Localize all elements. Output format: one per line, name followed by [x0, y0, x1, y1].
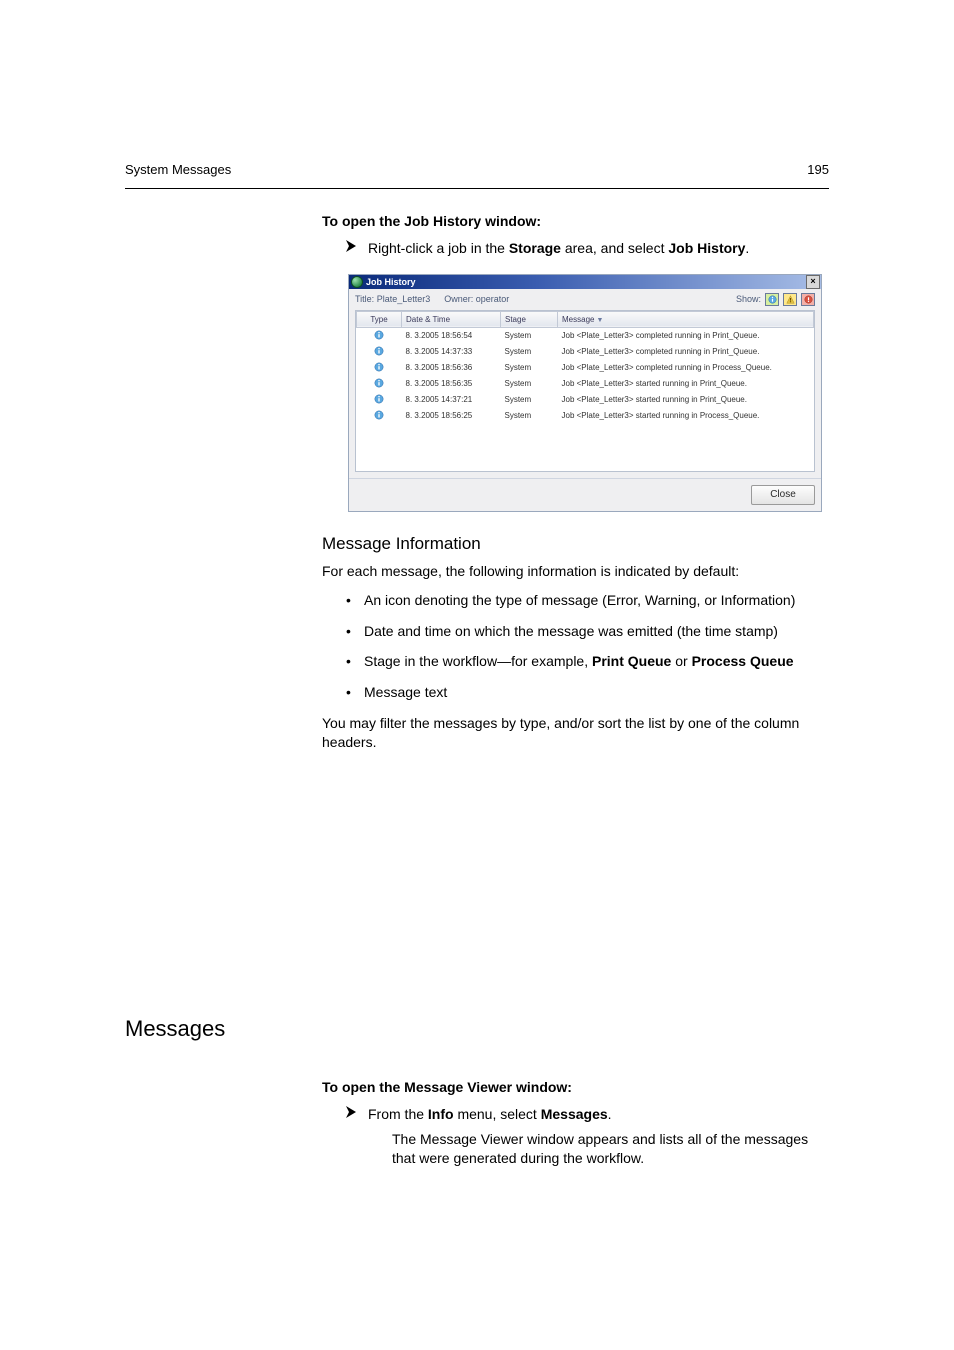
table-row[interactable]: 8. 3.2005 14:37:21SystemJob <Plate_Lette… [357, 392, 814, 408]
step-body: From the Info menu, select Messages. The… [368, 1105, 829, 1168]
job-history-footer: Close [349, 478, 821, 511]
info-icon [374, 394, 384, 404]
cell-type [357, 392, 402, 408]
table-row[interactable]: 8. 3.2005 18:56:35SystemJob <Plate_Lette… [357, 376, 814, 392]
sort-indicator-icon: ▼ [596, 317, 603, 324]
col-datetime[interactable]: Date & Time [402, 311, 501, 327]
info-icon [374, 330, 384, 340]
cell-stage: System [501, 408, 558, 424]
filter-error-icon[interactable] [801, 293, 815, 306]
cell-datetime: 8. 3.2005 18:56:25 [402, 408, 501, 424]
cell-stage: System [501, 392, 558, 408]
step-sub-body: The Message Viewer window appears and li… [392, 1130, 829, 1168]
filter-warning-icon[interactable] [783, 293, 797, 306]
message-info-bullets: An icon denoting the type of message (Er… [346, 591, 829, 703]
cell-message: Job <Plate_Letter3> completed running in… [558, 344, 814, 360]
table-row[interactable]: 8. 3.2005 18:56:54SystemJob <Plate_Lette… [357, 327, 814, 344]
step-open-job-history: Right-click a job in the Storage area, a… [346, 239, 829, 258]
job-history-window: Job History × Title: Plate_Letter3 Owner… [348, 274, 822, 512]
filter-info-icon[interactable] [765, 293, 779, 306]
cell-datetime: 8. 3.2005 18:56:54 [402, 327, 501, 344]
cell-type [357, 408, 402, 424]
step-body: Right-click a job in the Storage area, a… [368, 239, 829, 258]
message-info-intro: For each message, the following informat… [322, 562, 829, 581]
page-header: System Messages 195 [125, 162, 829, 177]
table-row[interactable]: 8. 3.2005 14:37:33SystemJob <Plate_Lette… [357, 344, 814, 360]
step-arrow-icon [346, 240, 358, 252]
page-number: 195 [807, 162, 829, 177]
col-message[interactable]: Message▼ [558, 311, 814, 327]
open-message-viewer-heading: To open the Message Viewer window: [322, 1078, 829, 1097]
job-history-table-container: Type Date & Time Stage Message▼ 8. 3.200… [355, 310, 815, 472]
job-history-infobar: Title: Plate_Letter3 Owner: operator Sho… [349, 289, 821, 310]
close-icon[interactable]: × [806, 275, 820, 289]
cell-type [357, 376, 402, 392]
cell-stage: System [501, 344, 558, 360]
section-messages-title: Messages [125, 1016, 225, 1042]
cell-datetime: 8. 3.2005 18:56:36 [402, 360, 501, 376]
cell-message: Job <Plate_Letter3> started running in P… [558, 392, 814, 408]
cell-stage: System [501, 327, 558, 344]
show-label: Show: [736, 294, 761, 304]
cell-message: Job <Plate_Letter3> started running in P… [558, 376, 814, 392]
col-stage[interactable]: Stage [501, 311, 558, 327]
cell-type [357, 360, 402, 376]
window-titlebar[interactable]: Job History × [349, 275, 821, 289]
cell-datetime: 8. 3.2005 14:37:33 [402, 344, 501, 360]
cell-stage: System [501, 376, 558, 392]
cell-type [357, 344, 402, 360]
table-row[interactable]: 8. 3.2005 18:56:36SystemJob <Plate_Lette… [357, 360, 814, 376]
step-open-message-viewer: From the Info menu, select Messages. The… [346, 1105, 829, 1168]
filter-sort-para: You may filter the messages by type, and… [322, 714, 829, 752]
cell-datetime: 8. 3.2005 14:37:21 [402, 392, 501, 408]
window-title: Job History [366, 277, 416, 287]
list-item: Message text [346, 683, 829, 702]
list-item: Date and time on which the message was e… [346, 622, 829, 641]
list-item: An icon denoting the type of message (Er… [346, 591, 829, 610]
info-icon [374, 378, 384, 388]
message-info-heading: Message Information [322, 534, 829, 554]
job-history-table: Type Date & Time Stage Message▼ 8. 3.200… [356, 311, 814, 424]
info-icon [374, 410, 384, 420]
step-arrow-icon [346, 1106, 358, 1118]
cell-stage: System [501, 360, 558, 376]
table-row[interactable]: 8. 3.2005 18:56:25SystemJob <Plate_Lette… [357, 408, 814, 424]
intro-heading: To open the Job History window: [322, 212, 829, 231]
cell-type [357, 327, 402, 344]
info-icon [374, 362, 384, 372]
cell-message: Job <Plate_Letter3> completed running in… [558, 327, 814, 344]
cell-message: Job <Plate_Letter3> started running in P… [558, 408, 814, 424]
cell-datetime: 8. 3.2005 18:56:35 [402, 376, 501, 392]
cell-message: Job <Plate_Letter3> completed running in… [558, 360, 814, 376]
header-rule [125, 188, 829, 189]
app-icon [351, 276, 363, 288]
col-type[interactable]: Type [357, 311, 402, 327]
header-title: System Messages [125, 162, 231, 177]
info-icon [374, 346, 384, 356]
list-item: Stage in the workflow—for example, Print… [346, 652, 829, 671]
close-button[interactable]: Close [751, 485, 815, 505]
